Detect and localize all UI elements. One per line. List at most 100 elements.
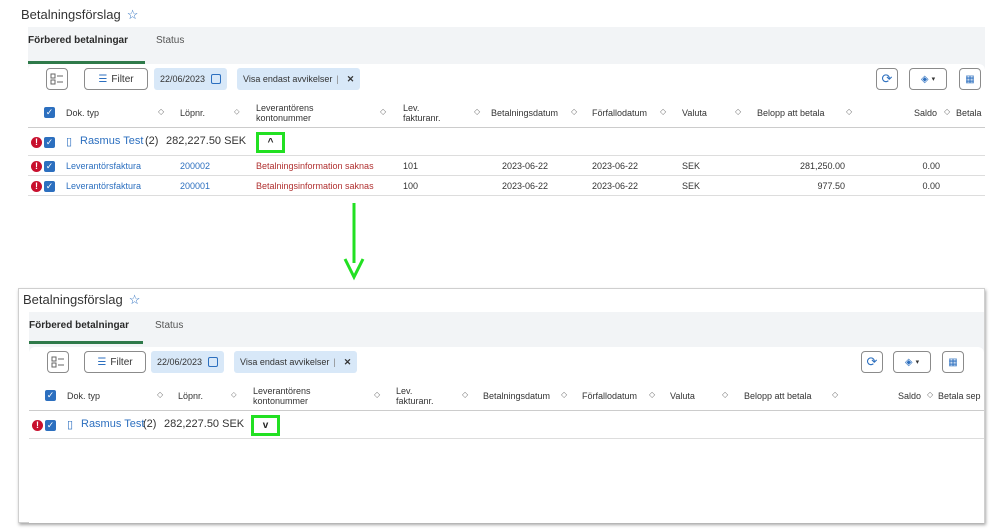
account-missing: Betalningsinformation saknas: [256, 181, 374, 191]
star-icon[interactable]: ☆: [129, 292, 141, 307]
date-chip-label: 22/06/2023: [157, 357, 203, 367]
layers-menu-button[interactable]: ◈ ▾: [893, 351, 931, 373]
col-doc-type[interactable]: Dok. typ: [67, 381, 100, 411]
tab-status[interactable]: Status: [155, 320, 183, 331]
sort-icon[interactable]: ◇: [157, 390, 163, 399]
group-count: (2): [143, 418, 157, 430]
col-invoice-nr[interactable]: Lev. fakturanr.: [396, 381, 434, 411]
arrow-down-icon: [343, 203, 365, 281]
col-pay[interactable]: Betala: [956, 98, 982, 128]
col-pay-separately[interactable]: Betala sep: [938, 381, 981, 411]
col-payment-date[interactable]: Betalningsdatum: [491, 98, 558, 128]
deviation-filter-chip[interactable]: Visa endast avvikelser | ✕: [234, 351, 358, 373]
sort-icon[interactable]: ◇: [846, 107, 852, 116]
page-title: Betalningsförslag ☆: [21, 7, 138, 23]
col-currency[interactable]: Valuta: [682, 98, 707, 128]
refresh-icon: ⟳: [881, 71, 893, 86]
column-chooser-button[interactable]: [46, 68, 68, 90]
payment-date: 2023-06-22: [502, 181, 549, 191]
col-lopnr[interactable]: Löpnr.: [180, 98, 205, 128]
group-row[interactable]: ! ✓ ▯ Rasmus Test (2) 282,227.50 SEK v: [29, 412, 984, 439]
refresh-button[interactable]: ⟳: [876, 68, 898, 90]
lopnr-link[interactable]: 200002: [180, 161, 210, 171]
sort-icon[interactable]: ◇: [649, 390, 655, 399]
panel-collapsed: Betalningsförslag ☆ Förbered betalningar …: [18, 288, 985, 523]
row-checkbox[interactable]: ✓: [44, 181, 55, 192]
due-date: 2023-06-22: [592, 161, 639, 171]
sort-icon[interactable]: ◇: [462, 390, 468, 399]
calendar-icon[interactable]: [208, 357, 219, 367]
col-supplier-account[interactable]: Leverantörens kontonummer: [256, 98, 314, 128]
building-icon: ▯: [66, 136, 73, 148]
col-invoice-nr[interactable]: Lev. fakturanr.: [403, 98, 441, 128]
close-icon[interactable]: ✕: [344, 357, 352, 368]
col-amount[interactable]: Belopp att betala: [744, 381, 812, 411]
sort-icon[interactable]: ◇: [927, 390, 933, 399]
date-filter-chip[interactable]: 22/06/2023: [154, 68, 228, 90]
sort-icon[interactable]: ◇: [944, 107, 950, 116]
row-checkbox[interactable]: ✓: [44, 161, 55, 172]
group-checkbox[interactable]: ✓: [45, 420, 56, 431]
tab-prepare-payments[interactable]: Förbered betalningar: [28, 35, 128, 46]
export-button[interactable]: ▦: [942, 351, 964, 373]
sort-icon[interactable]: ◇: [660, 107, 666, 116]
col-lopnr[interactable]: Löpnr.: [178, 381, 203, 411]
group-row[interactable]: ! ✓ ▯ Rasmus Test (2) 282,227.50 SEK ^: [28, 129, 985, 156]
chevron-down-icon: v: [262, 420, 269, 431]
expand-group-button[interactable]: v: [251, 415, 280, 436]
sort-icon[interactable]: ◇: [571, 107, 577, 116]
building-icon: ▯: [67, 419, 74, 431]
star-icon[interactable]: ☆: [127, 7, 139, 22]
warning-icon: !: [31, 137, 42, 148]
col-doc-type[interactable]: Dok. typ: [66, 98, 99, 128]
calendar-icon[interactable]: [211, 74, 222, 84]
sort-icon[interactable]: ◇: [374, 390, 380, 399]
column-chooser-button[interactable]: [47, 351, 69, 373]
sort-icon[interactable]: ⬦: [231, 390, 237, 400]
col-supplier-account[interactable]: Leverantörens kontonummer: [253, 381, 311, 411]
filter-button[interactable]: ☰ Filter: [84, 68, 148, 90]
tab-status[interactable]: Status: [156, 35, 184, 46]
export-button[interactable]: ▦: [959, 68, 981, 90]
checklist-icon: [51, 356, 64, 368]
col-amount[interactable]: Belopp att betala: [757, 98, 825, 128]
sort-icon[interactable]: ◇: [832, 390, 838, 399]
lopnr-link[interactable]: 200001: [180, 181, 210, 191]
deviation-chip-label: Visa endast avvikelser: [243, 74, 333, 84]
warning-icon: !: [31, 181, 42, 192]
group-name[interactable]: Rasmus Test: [81, 418, 144, 430]
collapse-group-button[interactable]: ^: [256, 132, 285, 153]
col-payment-date[interactable]: Betalningsdatum: [483, 381, 550, 411]
col-currency[interactable]: Valuta: [670, 381, 695, 411]
filter-label: Filter: [110, 356, 133, 368]
sort-icon[interactable]: ◇: [561, 390, 567, 399]
layers-menu-button[interactable]: ◈ ▾: [909, 68, 947, 90]
group-checkbox[interactable]: ✓: [44, 137, 55, 148]
doc-type-link[interactable]: Leverantörsfaktura: [66, 161, 141, 171]
col-due-date[interactable]: Förfallodatum: [582, 381, 637, 411]
group-name[interactable]: Rasmus Test: [80, 135, 143, 147]
refresh-button[interactable]: ⟳: [861, 351, 883, 373]
date-filter-chip[interactable]: 22/06/2023: [151, 351, 225, 373]
deviation-filter-chip[interactable]: Visa endast avvikelser | ✕: [237, 68, 361, 90]
sort-icon[interactable]: ◇: [474, 107, 480, 116]
tab-prepare-payments[interactable]: Förbered betalningar: [29, 320, 129, 331]
select-all-checkbox[interactable]: ✓: [45, 390, 56, 401]
col-due-date[interactable]: Förfallodatum: [592, 98, 647, 128]
col-balance[interactable]: Saldo: [914, 98, 937, 128]
table-row[interactable]: ! ✓ Leverantörsfaktura 200001 Betalnings…: [28, 177, 985, 196]
sort-icon[interactable]: ◇: [380, 107, 386, 116]
table-row[interactable]: ! ✓ Leverantörsfaktura 200002 Betalnings…: [28, 157, 985, 176]
chevron-down-icon: ▾: [915, 359, 920, 366]
doc-type-link[interactable]: Leverantörsfaktura: [66, 181, 141, 191]
col-balance[interactable]: Saldo: [898, 381, 921, 411]
sort-icon[interactable]: ◇: [735, 107, 741, 116]
grid-header: ✓ Dok. typ ◇ Löpnr. ⬦ Leverantörens kont…: [28, 98, 985, 128]
chevron-down-icon: ▾: [931, 76, 936, 83]
sort-icon[interactable]: ⬦: [234, 107, 240, 117]
close-icon[interactable]: ✕: [347, 74, 355, 85]
sort-icon[interactable]: ◇: [722, 390, 728, 399]
sort-icon[interactable]: ◇: [158, 107, 164, 116]
filter-button[interactable]: ☰ Filter: [84, 351, 146, 373]
select-all-checkbox[interactable]: ✓: [44, 107, 55, 118]
